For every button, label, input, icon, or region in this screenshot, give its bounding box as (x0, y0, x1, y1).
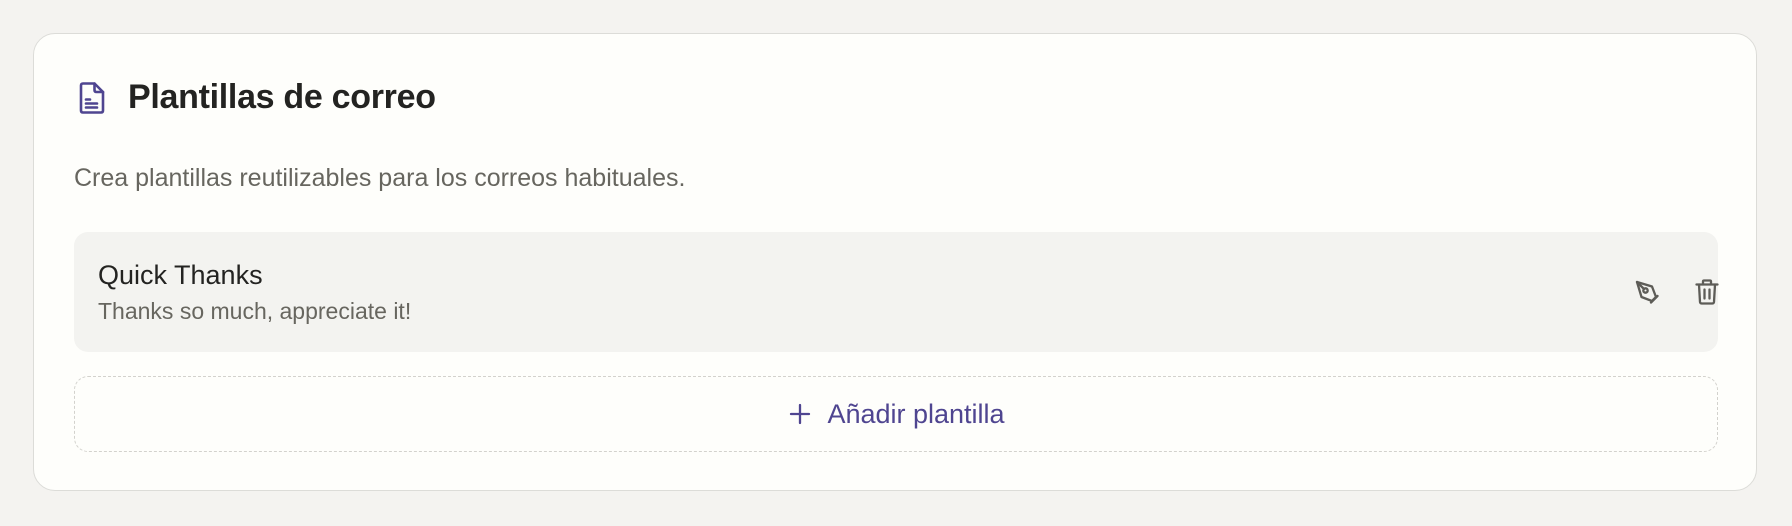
section-description: Crea plantillas reutilizables para los c… (74, 164, 686, 192)
add-template-button[interactable]: Añadir plantilla (74, 376, 1718, 452)
template-preview: Thanks so much, appreciate it! (98, 298, 412, 324)
card-header: Plantillas de correo (74, 78, 436, 117)
trash-icon (1694, 278, 1720, 306)
template-item[interactable]: Quick Thanks Thanks so much, appreciate … (74, 232, 1719, 352)
add-template-label: Añadir plantilla (827, 398, 1005, 429)
template-name: Quick Thanks (98, 260, 263, 290)
plus-icon (787, 401, 813, 427)
document-icon (74, 80, 110, 116)
email-templates-card: Plantillas de correo Crea plantillas reu… (33, 33, 1757, 491)
page-title: Plantillas de correo (128, 78, 436, 116)
edit-template-button[interactable] (1629, 274, 1665, 310)
pen-nib-icon (1633, 278, 1661, 306)
delete-template-button[interactable] (1689, 274, 1725, 310)
